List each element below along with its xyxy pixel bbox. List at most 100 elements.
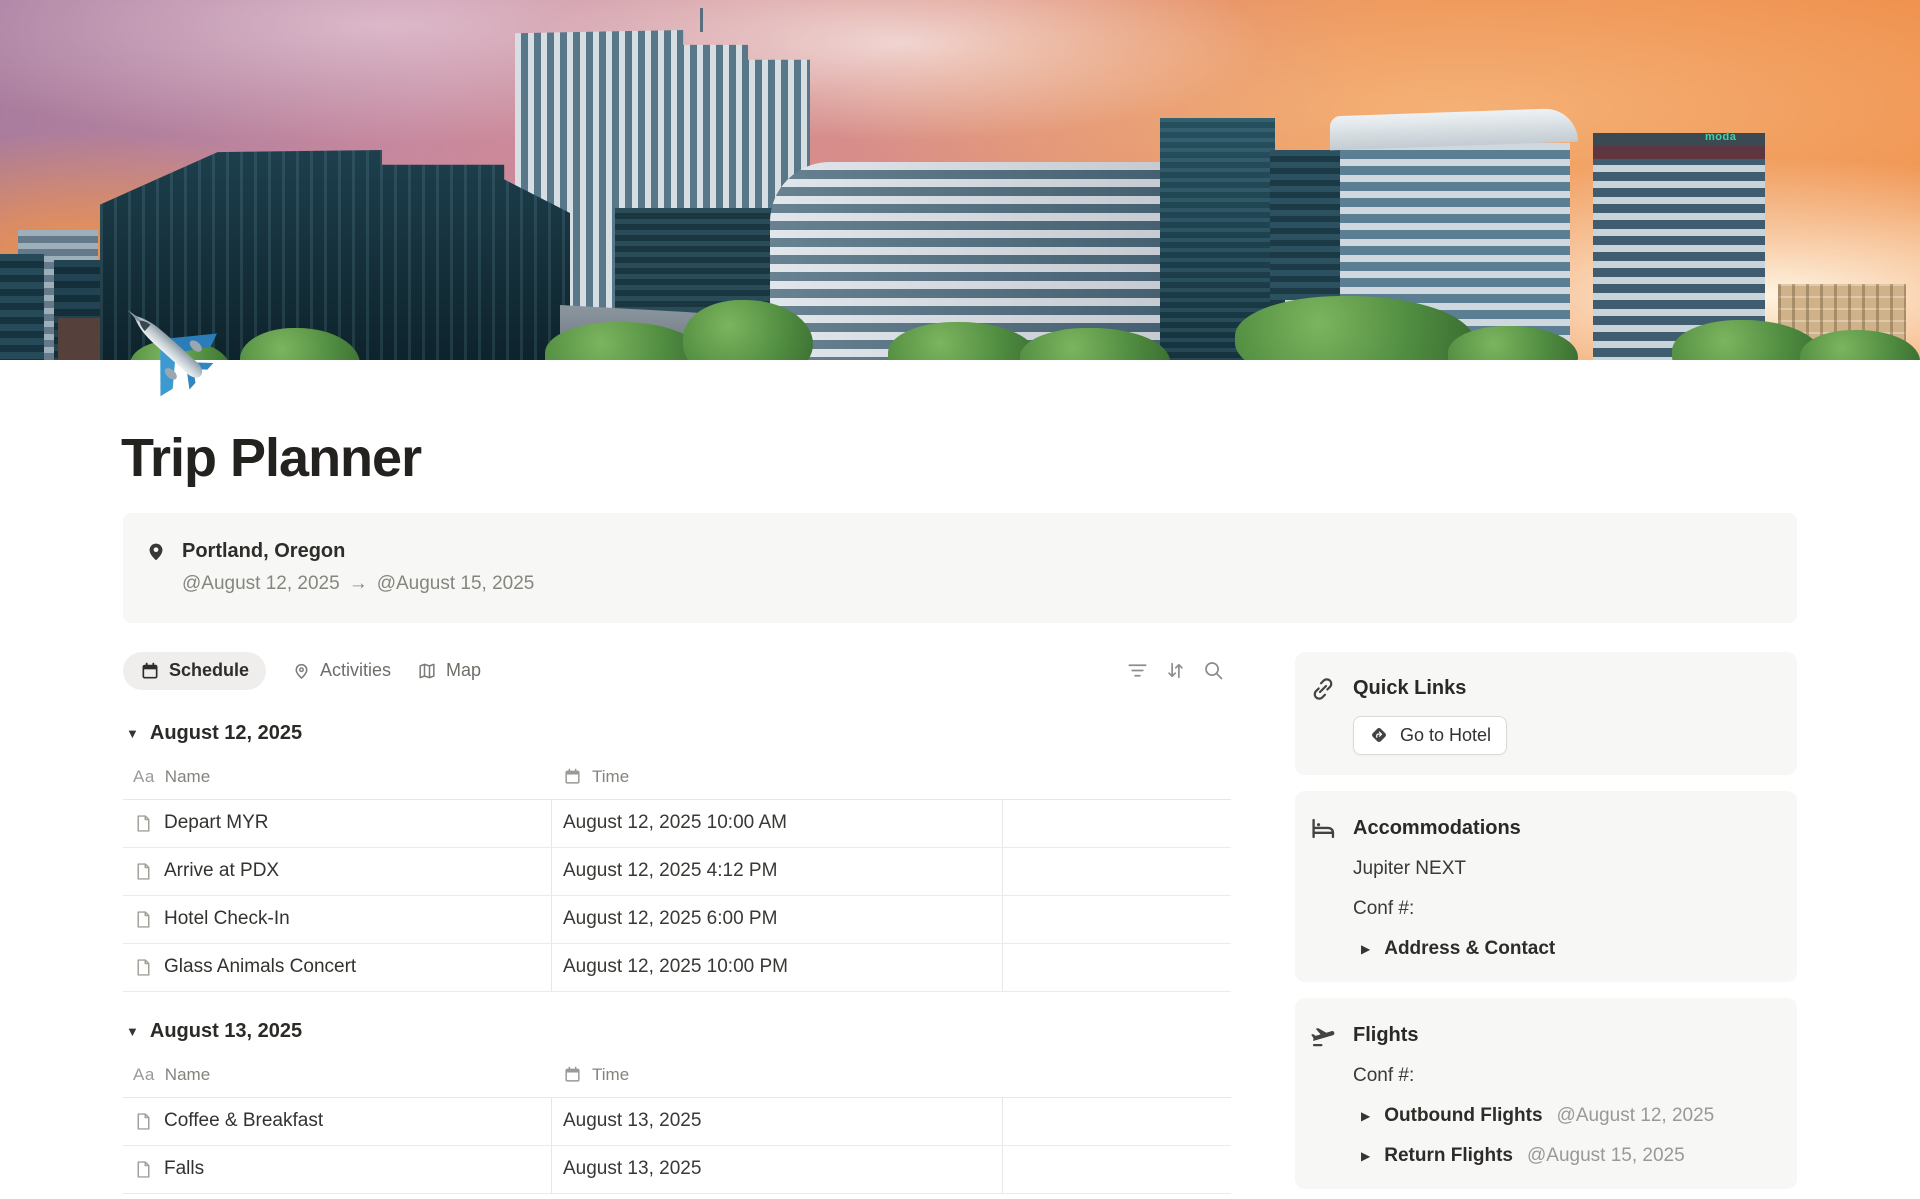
collapse-toggle-icon[interactable]: ▼	[126, 727, 139, 740]
page-file-icon	[133, 1159, 154, 1180]
outbound-flights-toggle[interactable]: ▶ Outbound Flights @August 12, 2025	[1353, 1103, 1777, 1129]
column-header-name[interactable]: Aa Name	[123, 1053, 552, 1097]
tab-label: Map	[446, 660, 481, 681]
row-name: Glass Animals Concert	[164, 956, 356, 978]
row-time: August 13, 2025	[563, 1158, 701, 1180]
row-time: August 12, 2025 6:00 PM	[563, 908, 777, 930]
table-row[interactable]: Hotel Check-In August 12, 2025 6:00 PM	[123, 896, 1231, 944]
empty-column	[1003, 1053, 1231, 1097]
card-header: Quick Links	[1309, 676, 1777, 702]
row-name: Arrive at PDX	[164, 860, 279, 882]
tab-schedule[interactable]: Schedule	[123, 652, 266, 690]
confirmation-label: Conf #:	[1353, 1063, 1777, 1089]
column-label: Name	[165, 1065, 210, 1085]
schedule-table-aug13: Aa Name Time	[123, 1053, 1231, 1194]
section-header-aug12: ▼ August 12, 2025	[123, 722, 1231, 745]
button-label: Go to Hotel	[1400, 725, 1491, 746]
tab-activities[interactable]: Activities	[292, 660, 391, 681]
arrow-right-icon: →	[349, 573, 368, 595]
section-date[interactable]: August 12, 2025	[150, 722, 302, 745]
moda-sign-text: moda	[1705, 131, 1736, 143]
search-icon[interactable]	[1202, 659, 1225, 682]
filter-icon[interactable]	[1126, 659, 1149, 682]
trip-dates: @August 12, 2025 → @August 15, 2025	[182, 573, 534, 595]
accommodations-card: Accommodations Jupiter NEXT Conf #: ▶ Ad…	[1295, 791, 1797, 982]
column-header-time[interactable]: Time	[552, 1053, 1003, 1097]
row-time: August 13, 2025	[563, 1110, 701, 1132]
cover-roof-band	[1593, 146, 1765, 159]
toggle-label: Outbound Flights	[1384, 1103, 1542, 1129]
flight-date-mention[interactable]: @August 15, 2025	[1527, 1143, 1685, 1169]
table-row[interactable]: Arrive at PDX August 12, 2025 4:12 PM	[123, 848, 1231, 896]
card-header: Flights	[1309, 1022, 1777, 1049]
tab-label: Schedule	[169, 660, 249, 681]
toggle-label: Address & Contact	[1384, 936, 1555, 962]
return-flights-toggle[interactable]: ▶ Return Flights @August 15, 2025	[1353, 1143, 1777, 1169]
notion-page: moda	[0, 0, 1920, 1199]
hotel-name: Jupiter NEXT	[1353, 856, 1777, 882]
view-tabs: Schedule Activities	[123, 652, 1231, 690]
page-title[interactable]: Trip Planner	[121, 426, 1797, 491]
page-file-icon	[133, 861, 154, 882]
schedule-table-aug12: Aa Name Time	[123, 755, 1231, 992]
collapse-toggle-icon[interactable]: ▼	[126, 1025, 139, 1038]
cover-building	[0, 254, 44, 360]
card-title: Flights	[1353, 1024, 1419, 1047]
page-file-icon	[133, 1111, 154, 1132]
cover-image: moda	[0, 0, 1920, 360]
airplane-takeoff-icon	[1309, 1022, 1337, 1049]
row-name: Falls	[164, 1158, 204, 1180]
main-columns: Schedule Activities	[123, 652, 1797, 1199]
info-sidebar: Quick Links Go to Hotel	[1295, 652, 1797, 1199]
table-row[interactable]: Depart MYR August 12, 2025 10:00 AM	[123, 800, 1231, 848]
sort-icon[interactable]	[1164, 659, 1187, 682]
table-row[interactable]: Coffee & Breakfast August 13, 2025	[123, 1098, 1231, 1146]
cover-roof	[1593, 133, 1765, 146]
end-date-mention[interactable]: @August 15, 2025	[377, 573, 535, 595]
empty-cell	[1003, 800, 1231, 847]
section-header-aug13: ▼ August 13, 2025	[123, 1020, 1231, 1043]
start-date-mention[interactable]: @August 12, 2025	[182, 573, 340, 595]
table-row[interactable]: Glass Animals Concert August 12, 2025 10…	[123, 944, 1231, 992]
tab-label: Activities	[320, 660, 391, 681]
map-icon	[417, 661, 437, 681]
calendar-icon	[140, 661, 160, 681]
empty-cell	[1003, 944, 1231, 991]
flight-date-mention[interactable]: @August 12, 2025	[1557, 1103, 1715, 1129]
card-header: Accommodations	[1309, 815, 1777, 842]
column-header-name[interactable]: Aa Name	[123, 755, 552, 799]
quick-links-card: Quick Links Go to Hotel	[1295, 652, 1797, 775]
page-file-icon	[133, 813, 154, 834]
empty-cell	[1003, 848, 1231, 895]
callout-text: Portland, Oregon @August 12, 2025 → @Aug…	[182, 539, 534, 595]
go-to-hotel-button[interactable]: Go to Hotel	[1353, 716, 1507, 755]
address-contact-toggle[interactable]: ▶ Address & Contact	[1353, 936, 1777, 962]
empty-cell	[1003, 1098, 1231, 1145]
calendar-icon	[563, 1065, 582, 1084]
section-date[interactable]: August 13, 2025	[150, 1020, 302, 1043]
table-row[interactable]: Falls August 13, 2025	[123, 1146, 1231, 1194]
directions-icon	[1369, 725, 1389, 745]
page-file-icon	[133, 909, 154, 930]
row-name: Hotel Check-In	[164, 908, 290, 930]
card-title: Quick Links	[1353, 677, 1466, 700]
link-icon	[1309, 676, 1337, 702]
empty-cell	[1003, 896, 1231, 943]
column-label: Time	[592, 1065, 629, 1085]
flights-card: Flights Conf #: ▶ Outbound Flights @Augu…	[1295, 998, 1797, 1189]
column-header-time[interactable]: Time	[552, 755, 1003, 799]
column-label: Time	[592, 767, 629, 787]
text-type-icon: Aa	[133, 767, 155, 787]
view-actions	[1126, 659, 1231, 682]
card-body: Jupiter NEXT Conf #: ▶ Address & Contact	[1353, 856, 1777, 962]
card-body: Go to Hotel	[1353, 702, 1777, 755]
toggle-label: Return Flights	[1384, 1143, 1513, 1169]
row-name: Coffee & Breakfast	[164, 1110, 323, 1132]
text-type-icon: Aa	[133, 1065, 155, 1085]
expand-toggle-icon: ▶	[1361, 943, 1370, 955]
trip-location[interactable]: Portland, Oregon	[182, 539, 534, 563]
bed-icon	[1309, 815, 1337, 842]
tab-map[interactable]: Map	[417, 660, 481, 681]
card-title: Accommodations	[1353, 817, 1521, 840]
page-icon-airplane-emoji[interactable]	[118, 296, 222, 400]
